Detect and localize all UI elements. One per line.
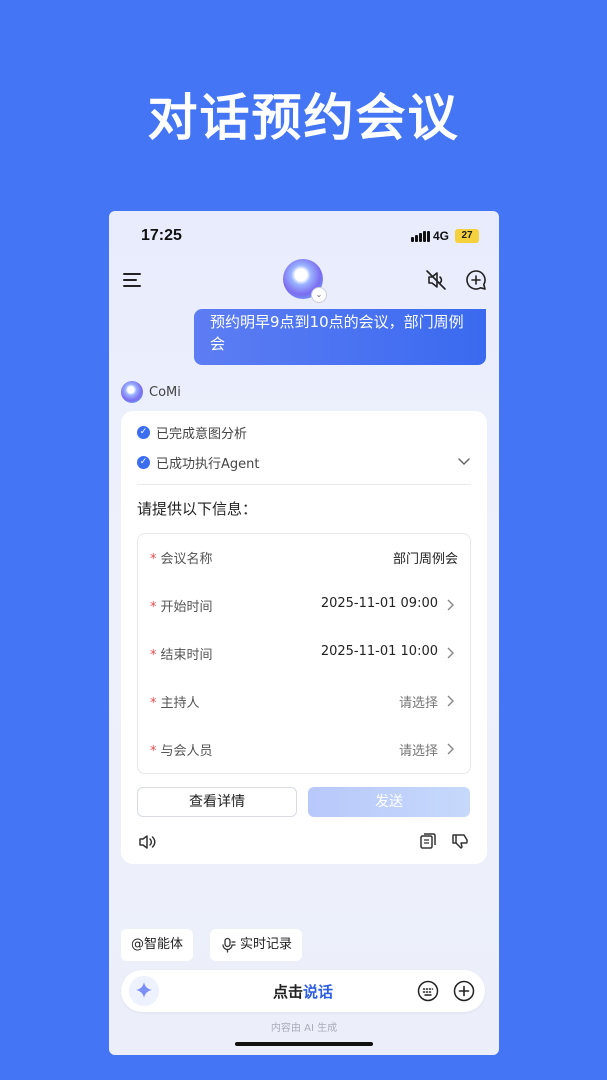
check-icon: ✓: [137, 426, 150, 439]
realtime-record-chip[interactable]: 实时记录: [210, 929, 303, 961]
battery-icon: 27: [455, 229, 479, 243]
microphone-icon: [222, 937, 236, 953]
chevron-right-icon: [447, 647, 454, 659]
field-label: * 开始时间: [150, 600, 213, 615]
page-headline: 对话预约会议: [147, 89, 460, 147]
assistant-name: CoMi: [149, 384, 181, 400]
chevron-right-icon: [447, 695, 454, 707]
field-attendees[interactable]: * 与会人员 请选择: [138, 726, 470, 774]
step-label: 已完成意图分析: [156, 427, 248, 442]
step-agent-executed: ✓ 已成功执行Agent: [137, 453, 259, 472]
meeting-form: * 会议名称 部门周例会 * 开始时间 2025-11-01 09:00 * 结束时间…: [137, 533, 471, 774]
phone-screen: 17:25 4G 27 ⌄ 预约明早9点到10点的会议，部门周例会 CoMi ✓…: [109, 211, 499, 1055]
field-value[interactable]: 2025-11-01 09:00: [321, 596, 438, 611]
field-placeholder[interactable]: 请选择: [399, 692, 438, 711]
field-label: * 会议名称: [150, 552, 213, 567]
chevron-right-icon: [447, 599, 454, 611]
view-details-button[interactable]: 查看详情: [137, 787, 297, 817]
field-placeholder[interactable]: 请选择: [399, 740, 438, 759]
copy-icon[interactable]: [419, 832, 437, 850]
signal-icon: [411, 231, 430, 242]
keyboard-icon[interactable]: [417, 980, 439, 1002]
field-start-time[interactable]: * 开始时间 2025-11-01 09:00: [138, 582, 470, 630]
info-prompt: 请提供以下信息：: [137, 500, 258, 518]
assistant-avatar[interactable]: ⌄: [283, 259, 327, 303]
field-label: * 与会人员: [150, 744, 213, 759]
network-label: 4G: [433, 229, 450, 243]
field-value[interactable]: 部门周例会: [393, 548, 458, 567]
field-value[interactable]: 2025-11-01 10:00: [321, 644, 438, 659]
chevron-right-icon: [447, 743, 454, 755]
user-message-bubble: 预约明早9点到10点的会议，部门周例会: [194, 309, 486, 365]
mute-icon[interactable]: [425, 269, 447, 291]
check-icon: ✓: [137, 456, 150, 469]
talk-highlight: 说话: [303, 983, 334, 1001]
speaker-icon[interactable]: [137, 832, 157, 852]
step-intent-analysis: ✓ 已完成意图分析: [137, 423, 247, 442]
status-time: 17:25: [141, 227, 182, 244]
field-meeting-name[interactable]: * 会议名称 部门周例会: [138, 534, 470, 582]
new-chat-icon[interactable]: [465, 269, 487, 291]
plus-icon[interactable]: [453, 980, 475, 1002]
assistant-response-card: ✓ 已完成意图分析 ✓ 已成功执行Agent 请提供以下信息： * 会议名称 部门…: [121, 411, 487, 864]
talk-prefix: 点击: [272, 983, 303, 1001]
assistant-mini-avatar: [121, 381, 143, 403]
thumbs-down-icon[interactable]: [451, 832, 469, 850]
field-label: * 主持人: [150, 696, 200, 711]
chevron-down-icon[interactable]: ⌄: [311, 287, 327, 303]
realtime-record-label: 实时记录: [240, 937, 293, 952]
field-host[interactable]: * 主持人 请选择: [138, 678, 470, 726]
voice-input-bar[interactable]: 点击说话: [121, 970, 485, 1012]
chevron-down-icon[interactable]: [457, 455, 471, 469]
send-button[interactable]: 发送: [308, 787, 470, 817]
status-bar: 17:25 4G 27: [109, 211, 499, 261]
step-label: 已成功执行Agent: [156, 457, 260, 472]
home-indicator[interactable]: [235, 1042, 373, 1046]
assistant-name-row: CoMi: [121, 381, 181, 403]
field-label: * 结束时间: [150, 648, 213, 663]
menu-icon[interactable]: [121, 269, 143, 291]
divider: [137, 484, 471, 485]
agent-chip[interactable]: @智能体: [121, 929, 194, 961]
ai-generated-note: 内容由 AI 生成: [270, 1023, 338, 1034]
field-end-time[interactable]: * 结束时间 2025-11-01 10:00: [138, 630, 470, 678]
